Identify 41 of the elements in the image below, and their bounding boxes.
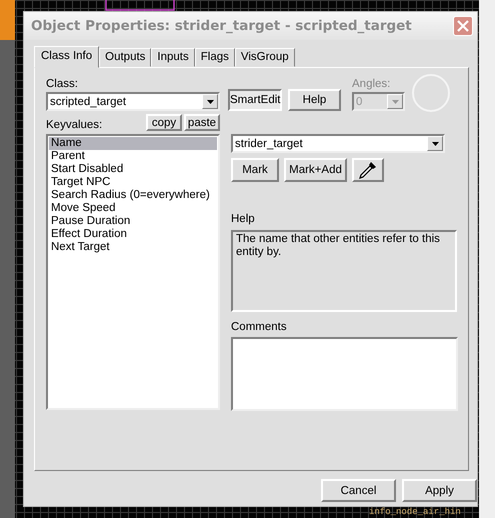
mark-button[interactable]: Mark+Add bbox=[284, 158, 347, 182]
list-item[interactable]: Effect Duration bbox=[49, 228, 217, 241]
list-item[interactable]: Move Speed bbox=[49, 202, 217, 215]
comments-label: Comments bbox=[231, 321, 288, 333]
list-item[interactable]: Search Radius (0=everywhere) bbox=[49, 189, 217, 202]
keyvalues-label: Keyvalues: bbox=[46, 119, 102, 131]
tab[interactable]: Class Info bbox=[34, 46, 100, 68]
toolbar-button[interactable]: paste bbox=[184, 114, 220, 131]
dialog-button[interactable]: Cancel bbox=[321, 479, 396, 502]
smartedit-button[interactable]: SmartEdit bbox=[228, 89, 282, 111]
caret-icon bbox=[206, 100, 214, 104]
eyedropper-button[interactable] bbox=[352, 158, 384, 182]
dialog-button[interactable]: Apply bbox=[402, 479, 477, 502]
toolbar-button[interactable]: copy bbox=[146, 114, 182, 131]
angles-label: Angles: bbox=[352, 78, 392, 90]
eyedropper-icon bbox=[358, 160, 378, 180]
help-label: Help bbox=[231, 213, 256, 225]
help-button[interactable]: Help bbox=[288, 89, 341, 111]
caret-icon bbox=[432, 142, 438, 146]
selection-outline bbox=[105, 0, 175, 12]
list-item[interactable]: Start Disabled bbox=[49, 163, 217, 176]
list-item[interactable]: Target NPC bbox=[49, 176, 217, 189]
list-item[interactable]: Name bbox=[49, 137, 217, 150]
tab[interactable]: Inputs bbox=[151, 48, 195, 67]
value-dropdown[interactable]: strider_target bbox=[231, 134, 445, 153]
tab[interactable]: VisGroup bbox=[234, 48, 295, 67]
help-text: The name that other entities refer to this entity by. bbox=[231, 230, 457, 312]
tab[interactable]: Flags bbox=[194, 48, 235, 67]
caret-icon bbox=[392, 100, 398, 104]
comments-field[interactable] bbox=[231, 337, 458, 411]
list-item[interactable]: Parent bbox=[49, 150, 217, 163]
class-label: Class: bbox=[46, 78, 79, 90]
tab[interactable]: Outputs bbox=[99, 48, 152, 67]
list-item[interactable]: Pause Duration bbox=[49, 215, 217, 228]
entity-label: info_node_air_hin bbox=[369, 507, 461, 517]
mark-button[interactable]: Mark bbox=[231, 158, 279, 182]
list-item[interactable]: Next Target bbox=[49, 241, 217, 254]
close-icon bbox=[457, 20, 469, 32]
window-title: Object Properties: strider_target - scripted_target bbox=[31, 18, 412, 34]
close-button[interactable] bbox=[453, 16, 473, 36]
class-dropdown[interactable]: scripted_target bbox=[46, 92, 220, 111]
